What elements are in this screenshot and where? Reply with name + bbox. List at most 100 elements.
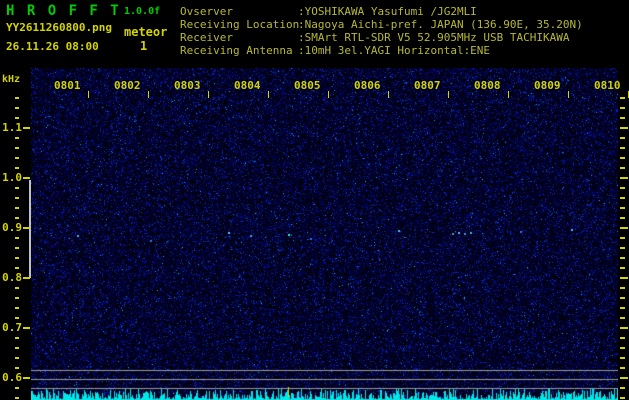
tick: [448, 91, 449, 98]
tick: [620, 277, 628, 279]
observer-info-block: Ovserver :YOSHIKAWA Yasufumi /JG2MLI Rec…: [180, 5, 583, 57]
tick: [620, 287, 625, 289]
freq-tick-label: 0.6: [2, 371, 22, 384]
tick: [620, 97, 625, 99]
info-label: Ovserver: [180, 5, 300, 18]
tick: [15, 117, 19, 119]
tick: [620, 397, 625, 399]
tick: [15, 137, 19, 139]
tick: [620, 377, 628, 379]
tick: [15, 317, 19, 319]
tick: [23, 177, 30, 179]
tick: [23, 127, 30, 129]
tick: [388, 91, 389, 98]
tick: [23, 377, 30, 379]
time-tick-label: 0805: [294, 79, 321, 92]
tick: [328, 91, 329, 98]
tick: [620, 157, 625, 159]
tick: [15, 387, 19, 389]
info-row-antenna: Receiving Antenna :10mH 3el.YAGI Horizon…: [180, 44, 583, 57]
tick: [15, 287, 19, 289]
tick: [620, 127, 628, 129]
freq-tick-label: 0.9: [2, 221, 22, 234]
freq-tick-label: 1.1: [2, 121, 22, 134]
tick: [620, 137, 625, 139]
tick: [620, 347, 625, 349]
tick: [620, 117, 625, 119]
tick: [88, 91, 89, 98]
tick: [508, 91, 509, 98]
tick: [620, 297, 625, 299]
time-tick-label: 0803: [174, 79, 201, 92]
tick: [620, 237, 625, 239]
freq-tick-label: 0.7: [2, 321, 22, 334]
tick: [620, 317, 625, 319]
tick: [23, 277, 30, 279]
tick: [620, 187, 625, 189]
tick: [15, 147, 19, 149]
time-tick-label: 0804: [234, 79, 261, 92]
tick: [620, 107, 625, 109]
time-tick-label: 0808: [474, 79, 501, 92]
info-label: Receiver: [180, 31, 300, 44]
info-value: :10mH 3el.YAGI Horizontal:ENE: [298, 44, 491, 57]
tick: [148, 91, 149, 98]
tick: [620, 267, 625, 269]
tick: [15, 297, 19, 299]
time-tick-label: 0806: [354, 79, 381, 92]
time-tick-label: 0809: [534, 79, 561, 92]
tick: [15, 197, 19, 199]
tick: [620, 307, 625, 309]
freq-axis-unit: kHz: [2, 74, 21, 85]
tick: [268, 91, 269, 98]
tick: [15, 97, 19, 99]
tick: [620, 327, 628, 329]
info-row-location: Receiving Location :Nagoya Aichi-pref. J…: [180, 18, 583, 31]
time-tick-label: 0810: [594, 79, 621, 92]
count-range-marker: [29, 180, 31, 278]
info-value: :YOSHIKAWA Yasufumi /JG2MLI: [298, 5, 477, 18]
app-title: H R O F F T: [6, 3, 121, 19]
tick: [15, 397, 19, 399]
freq-tick-label: 0.8: [2, 271, 22, 284]
hrofft-window: H R O F F T 1.0.0f YY2611260800.png mete…: [0, 0, 629, 400]
info-label: Receiving Antenna: [180, 44, 300, 57]
info-row-observer: Ovserver :YOSHIKAWA Yasufumi /JG2MLI: [180, 5, 583, 18]
spectrogram-canvas: [31, 68, 618, 400]
tick: [23, 327, 30, 329]
tick: [620, 217, 625, 219]
tick: [620, 337, 625, 339]
tick: [15, 217, 19, 219]
freq-tick-label: 1.0: [2, 171, 22, 184]
tick: [15, 157, 19, 159]
tick: [15, 337, 19, 339]
observation-timestamp: 26.11.26 08:00: [6, 40, 99, 53]
tick: [620, 197, 625, 199]
tick: [620, 367, 625, 369]
tick: [620, 247, 625, 249]
info-value: :SMArt RTL-SDR V5 52.905MHz USB TACHIKAW…: [298, 31, 570, 44]
echo-count: 1: [140, 39, 148, 53]
tick: [15, 307, 19, 309]
tick: [15, 247, 19, 249]
tick: [568, 91, 569, 98]
tick: [15, 207, 19, 209]
tick: [15, 347, 19, 349]
info-label: Receiving Location: [180, 18, 300, 31]
tick: [620, 257, 625, 259]
tick: [620, 227, 628, 229]
app-version: 1.0.0f: [124, 6, 161, 17]
tick: [15, 187, 19, 189]
tick: [15, 367, 19, 369]
tick: [15, 237, 19, 239]
tick: [23, 227, 30, 229]
tick: [620, 177, 628, 179]
time-tick-label: 0807: [414, 79, 441, 92]
mode-label: meteor: [124, 25, 168, 39]
tick: [15, 357, 19, 359]
info-value: :Nagoya Aichi-pref. JAPAN (136.90E, 35.2…: [298, 18, 583, 31]
tick: [620, 207, 625, 209]
tick: [15, 257, 19, 259]
tick: [15, 267, 19, 269]
tick: [15, 107, 19, 109]
